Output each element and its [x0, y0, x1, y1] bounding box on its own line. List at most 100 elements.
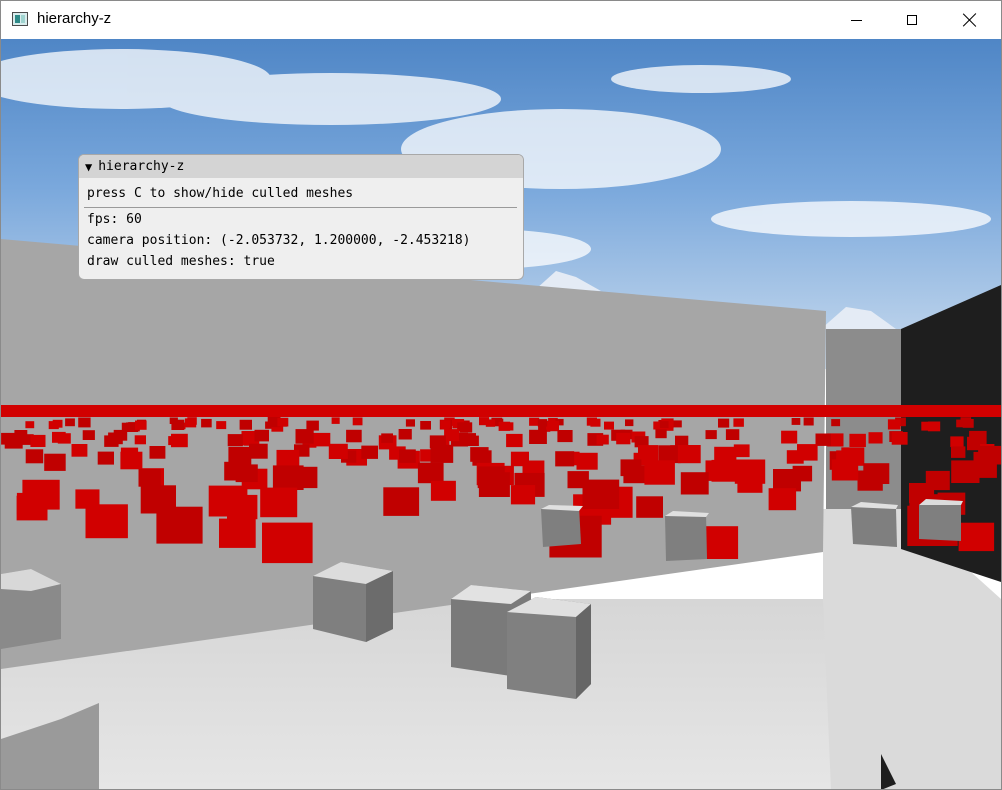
culled-mesh-cube: [803, 417, 814, 426]
draw-culled-readout: draw culled meshes: true: [87, 254, 275, 269]
culled-mesh-cube: [529, 429, 547, 444]
title-bar[interactable]: hierarchy-z: [1, 1, 1001, 39]
culled-mesh-cube: [620, 459, 642, 477]
culled-mesh-cube: [120, 447, 139, 462]
window-title: hierarchy-z: [37, 10, 112, 27]
fps-readout: fps: 60: [87, 212, 142, 227]
culled-mesh-cube: [16, 492, 44, 515]
close-icon: [963, 13, 977, 27]
culled-mesh-cube: [638, 445, 659, 462]
culled-mesh-cube: [921, 421, 933, 431]
culled-mesh-cube: [346, 429, 362, 443]
close-button[interactable]: [947, 1, 993, 39]
culled-mesh-cube: [216, 421, 227, 430]
culled-mesh-cube: [616, 432, 631, 445]
culled-mesh-cube: [262, 522, 313, 564]
culled-mesh-cube: [951, 460, 980, 483]
culled-mesh-cube: [555, 451, 575, 467]
culled-mesh-cube: [477, 466, 505, 489]
culled-mesh-cube: [781, 430, 798, 444]
culled-mesh-cube: [625, 419, 634, 427]
culled-mesh-cube: [958, 522, 995, 552]
culled-mesh-cube: [201, 418, 212, 428]
culled-mesh-cube: [791, 418, 801, 425]
panel-title-bar[interactable]: ▼ hierarchy-z: [79, 155, 523, 178]
culled-mesh-cube: [659, 421, 669, 429]
culled-mesh-cube: [249, 443, 268, 459]
culled-mesh-cube: [596, 434, 609, 445]
culled-mesh-cube: [381, 433, 393, 443]
culled-mesh-cube: [405, 419, 415, 427]
culled-mesh-cube: [71, 444, 88, 457]
culled-mesh-cube: [57, 433, 71, 444]
culled-mesh-cube: [950, 436, 964, 448]
culled-mesh-cube: [604, 421, 614, 430]
culled-mesh-cube: [260, 487, 298, 518]
app-window: hierarchy-z ▼ hierarchy-z press C to sho…: [0, 0, 1002, 790]
culled-mesh-cube: [831, 419, 841, 427]
culled-mesh-cube: [4, 434, 23, 449]
culled-mesh-cube: [272, 465, 304, 490]
culled-mesh-cube: [276, 449, 300, 469]
culled-mesh-cube: [25, 421, 35, 429]
panel-separator: [84, 207, 517, 208]
culled-mesh-cube: [134, 435, 146, 445]
culled-mesh-cube: [725, 429, 740, 440]
culled-mesh-cube: [156, 506, 203, 544]
culled-mesh-cube: [227, 434, 243, 447]
culled-mesh-cube: [52, 419, 63, 428]
culled-mesh-cube: [576, 452, 598, 470]
culled-mesh-cube: [104, 435, 119, 447]
culled-mesh-band: [1, 405, 1001, 417]
culled-mesh-cube: [277, 417, 289, 427]
panel-hint-text: press C to show/hide culled meshes: [87, 186, 354, 201]
culled-mesh-cube: [711, 459, 739, 482]
culled-mesh-cube: [673, 420, 682, 428]
camera-position-readout: camera position: (-2.053732, 1.200000, -…: [87, 233, 471, 248]
culled-mesh-cube: [465, 435, 479, 446]
culled-mesh-cube: [503, 422, 514, 431]
culled-mesh-cube: [677, 445, 701, 464]
culled-mesh-cube: [444, 429, 460, 442]
culled-mesh-cube: [138, 468, 161, 487]
culled-mesh-cube: [383, 487, 420, 516]
culled-mesh-cube: [417, 462, 444, 484]
culled-mesh-cube: [849, 433, 866, 447]
culled-mesh-cube: [557, 430, 573, 443]
culled-mesh-cube: [510, 485, 536, 505]
culled-mesh-cube: [361, 445, 378, 459]
culled-mesh-cube: [831, 459, 859, 481]
minimize-icon: [850, 19, 862, 21]
culled-mesh-cube: [78, 417, 91, 428]
culled-mesh-cube: [398, 429, 412, 440]
culled-mesh-cube: [962, 419, 974, 428]
culled-mesh-cube: [733, 444, 750, 458]
hierarchy-z-panel[interactable]: ▼ hierarchy-z press C to show/hide culle…: [78, 154, 524, 280]
maximize-icon: [907, 15, 917, 25]
app-icon: [12, 12, 28, 26]
culled-mesh-cube: [737, 472, 763, 493]
culled-mesh-cube: [82, 430, 95, 440]
culled-mesh-cube: [352, 417, 363, 426]
render-viewport[interactable]: ▼ hierarchy-z press C to show/hide culle…: [1, 39, 1001, 789]
culled-mesh-cube: [254, 429, 269, 442]
culled-mesh-cube: [171, 433, 188, 448]
culled-mesh-cube: [951, 446, 966, 458]
culled-mesh-cube: [636, 496, 663, 518]
culled-mesh-cube: [85, 504, 128, 539]
culled-mesh-cube: [718, 418, 730, 428]
collapse-triangle-icon[interactable]: ▼: [85, 160, 92, 174]
culled-mesh-cube: [25, 449, 44, 464]
minimize-button[interactable]: [833, 1, 879, 39]
culled-mesh-cube: [97, 451, 114, 465]
culled-mesh-cube: [815, 433, 831, 446]
culled-mesh-cube: [430, 444, 454, 463]
culled-mesh-cube: [328, 443, 348, 459]
culled-mesh-cube: [857, 470, 883, 491]
culled-mesh-cube: [441, 422, 450, 430]
maximize-button[interactable]: [889, 1, 935, 39]
culled-mesh-cube: [44, 453, 66, 471]
culled-mesh-cube: [680, 472, 709, 495]
culled-mesh-cube: [208, 485, 248, 517]
culled-mesh-cube: [537, 419, 548, 427]
